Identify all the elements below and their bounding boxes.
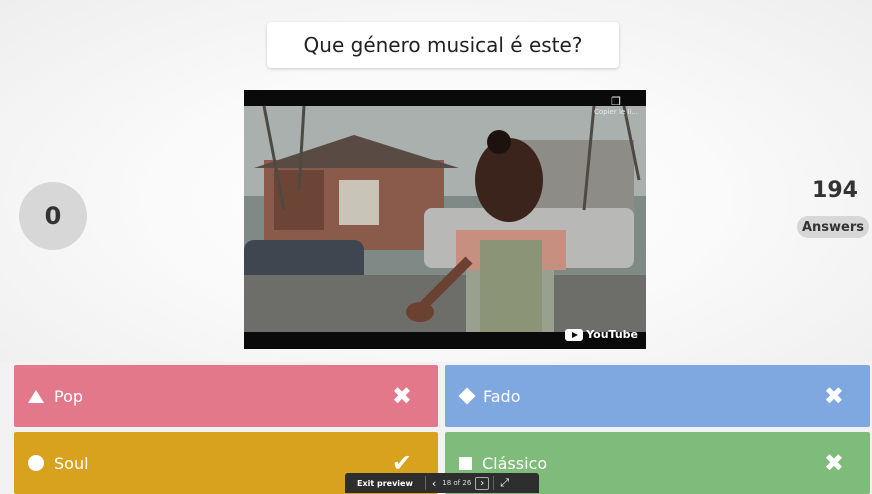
diamond-icon [458,387,476,405]
fullscreen-icon[interactable]: ⤢ [494,476,515,490]
exit-preview-button[interactable]: Exit preview [345,479,425,488]
video-player[interactable]: ❐ Copier le li... YouTube [244,90,646,349]
slide-counter: 18 of 26 [442,479,472,487]
square-icon [459,456,472,470]
youtube-brand-label: YouTube [586,328,638,341]
answers-count: 194 [812,178,858,203]
answer-option-fado[interactable]: Fado ✖ [445,365,870,427]
question-title: Que género musical é este? [267,22,619,68]
next-slide-icon[interactable]: › [475,476,490,490]
copy-link-button[interactable]: ❐ Copier le li... [594,95,639,117]
answer-label: Pop [54,386,84,406]
answer-label: Clássico [482,453,548,473]
youtube-play-icon [565,328,584,341]
answer-label: Soul [54,453,89,473]
answers-label[interactable]: Answers [797,216,869,238]
incorrect-icon: ✖ [823,382,844,410]
previous-slide-icon[interactable]: ‹ [426,477,442,490]
circle-icon [28,455,44,471]
copy-icon: ❐ [611,95,621,108]
triangle-icon [28,389,44,403]
youtube-logo[interactable]: YouTube [565,328,638,341]
video-frame-image [244,90,646,349]
answer-label: Fado [483,386,521,406]
copy-link-label: Copier le li... [594,108,639,116]
answer-option-pop[interactable]: Pop ✖ [14,365,438,427]
timer-counter: 0 [19,182,87,250]
preview-toolbar: Exit preview ‹ 18 of 26 › ⤢ [345,473,539,493]
incorrect-icon: ✖ [823,449,844,477]
incorrect-icon: ✖ [391,382,412,410]
